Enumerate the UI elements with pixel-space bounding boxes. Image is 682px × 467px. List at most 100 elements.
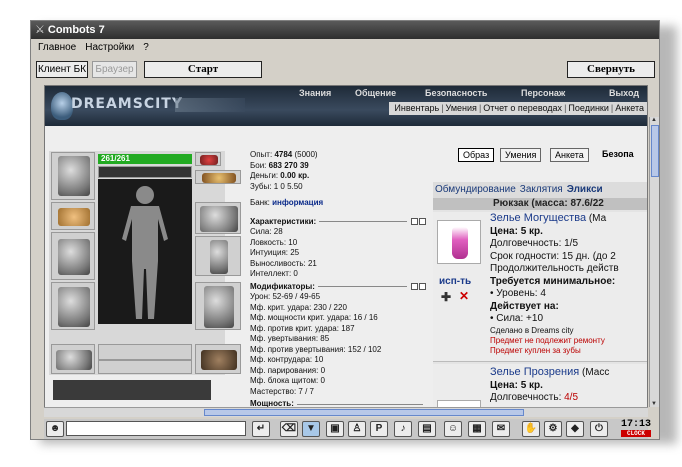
- smile-icon[interactable]: ☺: [444, 421, 462, 437]
- stats-icon[interactable]: ▦: [468, 421, 486, 437]
- bracers-slot[interactable]: [51, 202, 95, 230]
- paw-icon[interactable]: ✚: [441, 290, 451, 304]
- mod-row: Мф. крит. удара: 230 / 220: [250, 302, 347, 312]
- filter-icon[interactable]: ▼: [302, 421, 320, 437]
- start-button[interactable]: Старт: [144, 61, 262, 78]
- armor-slot[interactable]: [51, 282, 95, 330]
- expand-icon[interactable]: [419, 218, 426, 226]
- nav-communication[interactable]: Общение: [355, 88, 396, 98]
- nav-security[interactable]: Безопасность: [425, 88, 487, 98]
- item-name[interactable]: Зелье Могущества: [490, 212, 586, 224]
- send-icon[interactable]: ↵: [252, 421, 270, 437]
- modifiers-title: Модификаторы:: [250, 281, 315, 291]
- chat-input[interactable]: [66, 421, 246, 436]
- tools-icon[interactable]: ⚙: [544, 421, 562, 437]
- nav-exit[interactable]: Выход: [609, 88, 639, 98]
- bank-link[interactable]: информация: [272, 198, 323, 207]
- hscroll-thumb[interactable]: [204, 409, 524, 416]
- item-details: Зелье Прозрения (Масс Цена: 5 кр. Долгов…: [490, 366, 647, 405]
- collapse-button[interactable]: Свернуть: [567, 61, 655, 78]
- window-title: Combots 7: [47, 24, 105, 36]
- ring-slot-top[interactable]: [195, 152, 221, 166]
- mod-row: Мф. против крит. удара: 187: [250, 323, 355, 333]
- weapon-slot[interactable]: [51, 232, 95, 280]
- hand-icon[interactable]: ✋: [522, 421, 540, 437]
- subnav-profile[interactable]: Анкета: [613, 103, 646, 113]
- battles-lose: 270: [284, 160, 298, 170]
- menu-bar: Главное Настройки?: [31, 40, 151, 56]
- collapse-icon[interactable]: [411, 218, 418, 226]
- item-details: Зелье Могущества (Ма Цена: 5 кр. Долгове…: [490, 212, 647, 356]
- eraser-icon[interactable]: ⌫: [280, 421, 298, 437]
- mod-row: Мф. увертывания: 85: [250, 334, 330, 343]
- menu-help[interactable]: ?: [143, 42, 149, 53]
- menu-main[interactable]: Главное: [38, 42, 76, 53]
- inv-tab-elixirs[interactable]: Эликси: [565, 184, 605, 195]
- toolbar: Клиент БК Браузер Старт Свернуть: [31, 61, 659, 81]
- helmet-slot[interactable]: [51, 152, 95, 200]
- exp-row: Опыт: 4784 (5000): [250, 150, 426, 161]
- copy-icon[interactable]: ▤: [418, 421, 436, 437]
- expand-icon[interactable]: [419, 283, 426, 291]
- skull-logo-icon: [51, 92, 73, 120]
- scroll-up-icon[interactable]: ▲: [651, 117, 657, 123]
- menu-settings[interactable]: Настройки: [85, 42, 134, 53]
- nav-knowledge[interactable]: Знания: [299, 88, 331, 98]
- item-mass: (Масс: [581, 367, 610, 378]
- gloves-slot[interactable]: [195, 202, 241, 234]
- item-req-title: Требуется минимальное:: [490, 275, 616, 287]
- speaker-icon[interactable]: ☻: [46, 421, 64, 437]
- tab-profile[interactable]: Анкета: [550, 148, 589, 162]
- clock-label[interactable]: CLOCK: [621, 430, 651, 437]
- client-button[interactable]: Клиент БК: [36, 61, 88, 78]
- modifiers-header[interactable]: Модификаторы:: [250, 282, 426, 293]
- offhand-slot[interactable]: [195, 236, 241, 276]
- game-header: DREAMSCITY Знания Общение Безопасность П…: [45, 86, 647, 126]
- drop-icon[interactable]: ✕: [459, 289, 469, 303]
- rune-slots[interactable]: [98, 344, 192, 360]
- boots-slot[interactable]: [195, 344, 241, 374]
- stat-intuition: Интуиция: 25: [250, 248, 300, 257]
- collapse-icon[interactable]: [411, 283, 418, 291]
- browser-button[interactable]: Браузер: [92, 61, 137, 78]
- scroll-down-icon[interactable]: ▼: [651, 401, 657, 407]
- exp-next: (5000): [294, 150, 318, 159]
- chat-icon[interactable]: ✉: [492, 421, 510, 437]
- music-icon[interactable]: ♪: [394, 421, 412, 437]
- rune-slots-lower[interactable]: [98, 360, 192, 374]
- mod-row: Урон: 52-69 / 49-65: [250, 292, 321, 301]
- inv-tab-equipment[interactable]: Обмундирование: [433, 184, 518, 195]
- subnav-battles[interactable]: Поединки: [566, 103, 611, 113]
- exp-label: Опыт:: [250, 150, 273, 159]
- tab-image[interactable]: Образ: [458, 148, 495, 162]
- walk-icon[interactable]: ♙: [348, 421, 366, 437]
- bag-icon[interactable]: ◆: [566, 421, 584, 437]
- logo: DREAMSCITY: [71, 96, 183, 112]
- nav-character[interactable]: Персонаж: [521, 88, 565, 98]
- inventory-scrollbar[interactable]: ▲ ▼: [649, 117, 659, 407]
- horizontal-scrollbar[interactable]: [44, 407, 648, 417]
- legs-slot[interactable]: [195, 282, 241, 330]
- subnav-skills[interactable]: Умения: [444, 103, 479, 113]
- tab-skills[interactable]: Умения: [500, 148, 542, 162]
- save-icon[interactable]: ▣: [326, 421, 344, 437]
- battles-label: Бои:: [250, 160, 267, 170]
- private-icon[interactable]: P: [370, 421, 388, 437]
- item-name[interactable]: Зелье Прозрения: [490, 366, 579, 378]
- characteristics-header[interactable]: Характеристики:: [250, 217, 426, 228]
- tab-security[interactable]: Безопа: [598, 148, 638, 162]
- helmet-icon: [58, 156, 90, 196]
- earring-slot[interactable]: [195, 170, 241, 184]
- item-price: Цена: 5 кр.: [490, 225, 543, 237]
- inv-tab-spells[interactable]: Заклятия: [518, 184, 565, 195]
- item-price: Цена: 5 кр.: [490, 379, 543, 391]
- mod-row: Мф. парирования: 0: [250, 365, 326, 375]
- subnav-transfers[interactable]: Отчет о переводах: [481, 103, 564, 113]
- belt-slot[interactable]: [51, 344, 95, 374]
- use-button[interactable]: исп-ть: [439, 276, 471, 287]
- subnav-inventory[interactable]: Инвентарь: [392, 103, 441, 113]
- stat-intellect: Интеллект: 0: [250, 269, 298, 278]
- scroll-thumb[interactable]: [651, 125, 659, 177]
- exit-icon[interactable]: ⏻: [590, 421, 608, 437]
- character-silhouette: [122, 186, 168, 319]
